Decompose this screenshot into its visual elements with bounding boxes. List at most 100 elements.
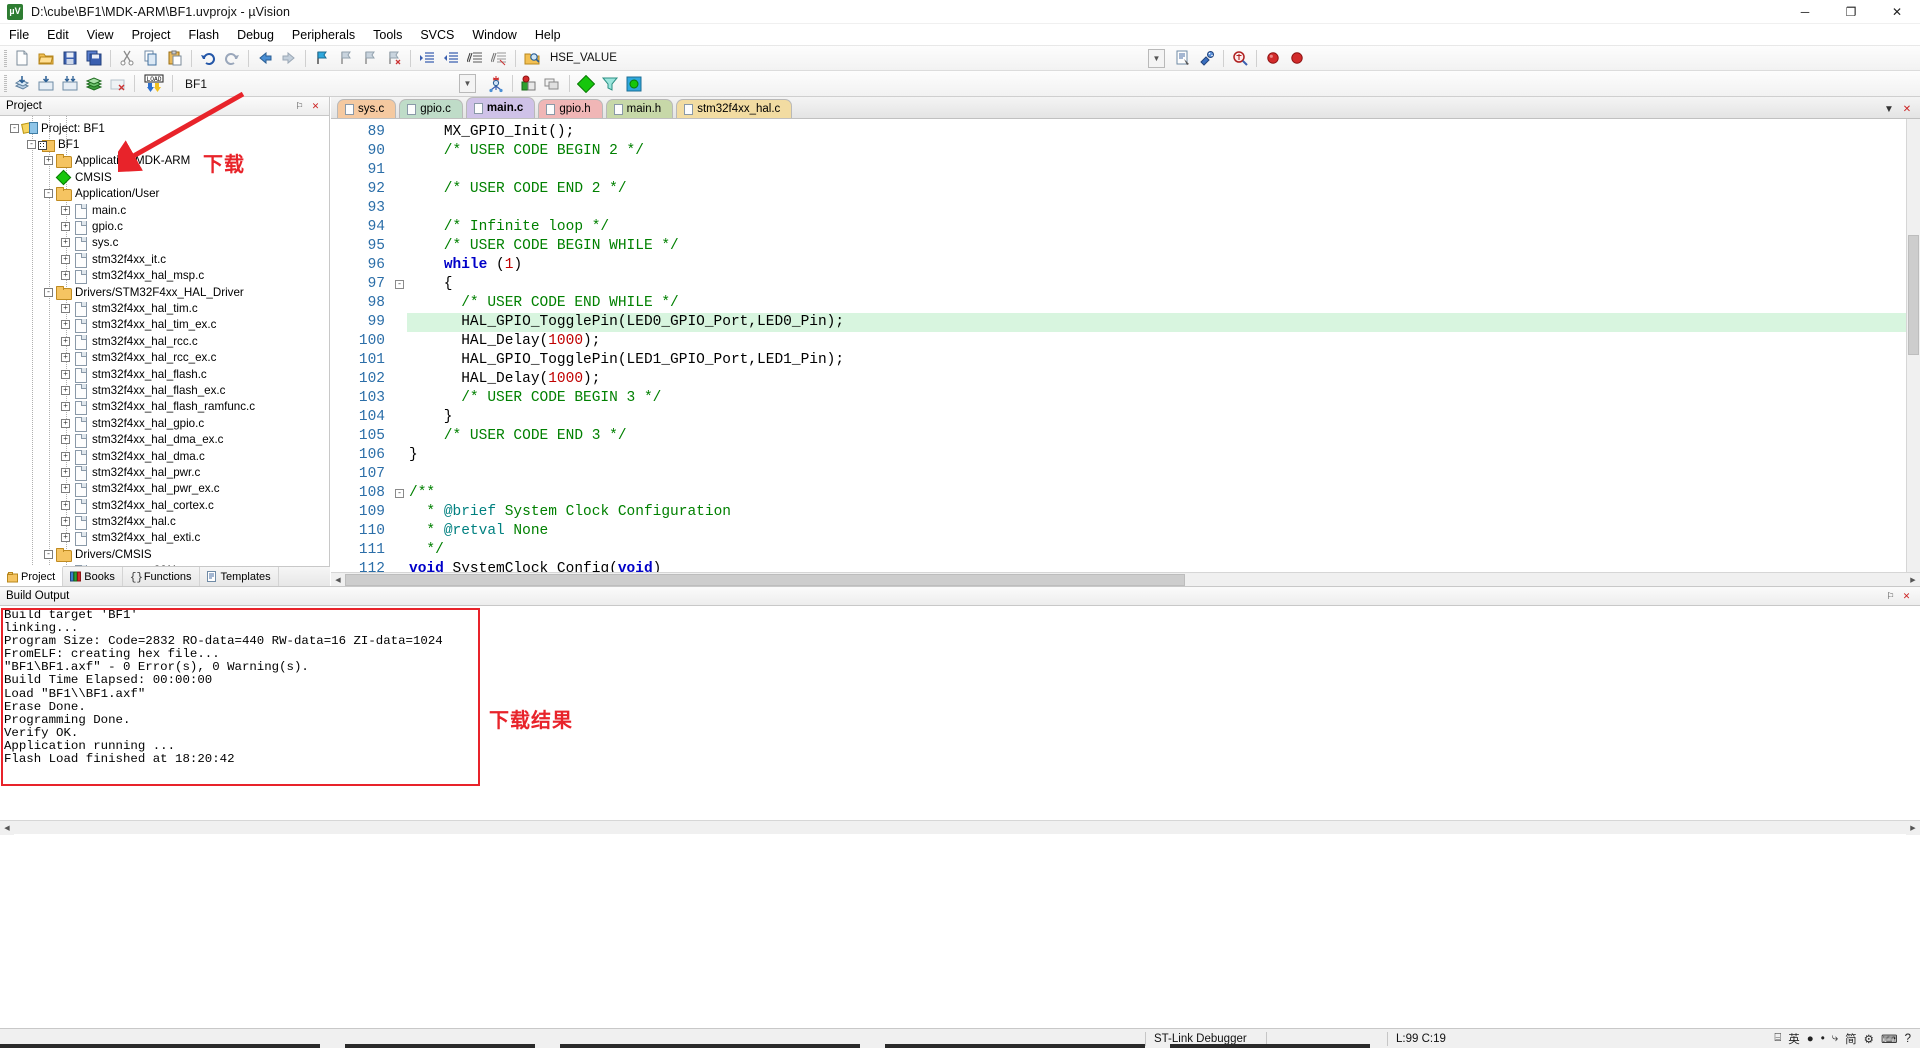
code-line[interactable]: HAL_GPIO_TogglePin(LED0_GPIO_Port,LED0_P… — [407, 313, 1920, 332]
tree-item[interactable]: + stm32f4xx_hal_flash_ex.c — [0, 382, 329, 399]
fold-toggle-icon[interactable]: - — [395, 280, 404, 289]
expand-toggle-icon[interactable]: + — [61, 517, 70, 527]
tree-item[interactable]: + stm32f4xx_hal_exti.c — [0, 530, 329, 547]
expand-toggle-icon[interactable]: + — [61, 435, 70, 445]
tree-item[interactable]: + stm32f4xx_hal_pwr_ex.c — [0, 481, 329, 498]
tree-item[interactable]: + stm32f4xx_hal_flash_ramfunc.c — [0, 399, 329, 416]
tab-list-dropdown-icon[interactable]: ▼ — [1883, 104, 1895, 115]
tree-item[interactable]: + stm32f4xx_hal_cortex.c — [0, 497, 329, 514]
scroll-right-icon[interactable]: ▶ — [1906, 572, 1920, 587]
expand-toggle-icon[interactable]: + — [61, 353, 70, 363]
expand-toggle-icon[interactable]: + — [61, 467, 70, 477]
scroll-right-icon[interactable]: ▶ — [1906, 820, 1920, 835]
menu-item-debug[interactable]: Debug — [228, 25, 283, 45]
bookmark-clear-icon[interactable] — [383, 48, 406, 69]
magnify-icon[interactable] — [1228, 48, 1251, 69]
collapse-toggle-icon[interactable]: - — [27, 140, 36, 150]
expand-toggle-icon[interactable]: + — [61, 303, 70, 313]
code-line[interactable] — [407, 465, 1920, 484]
editor-tab-main-c[interactable]: main.c — [465, 97, 536, 118]
editor-vertical-scrollbar[interactable] — [1906, 119, 1920, 572]
editor-tab-gpio-c[interactable]: gpio.c — [399, 99, 463, 118]
tree-item[interactable]: + stm32f4xx_hal_pwr.c — [0, 464, 329, 481]
editor-tab-stm32f4xx-hal-c[interactable]: stm32f4xx_hal.c — [676, 99, 793, 118]
tree-item[interactable]: + main.c — [0, 202, 329, 219]
scroll-left-icon[interactable]: ◀ — [331, 572, 345, 587]
code-line[interactable]: /* USER CODE END 2 */ — [407, 180, 1920, 199]
book-icon[interactable] — [574, 73, 597, 94]
tree-item[interactable]: + sys.c — [0, 235, 329, 252]
fold-toggle-icon[interactable]: - — [395, 489, 404, 498]
stop-icon[interactable] — [1285, 48, 1308, 69]
menu-item-edit[interactable]: Edit — [38, 25, 78, 45]
filter-icon[interactable] — [598, 73, 621, 94]
code-line[interactable]: MX_GPIO_Init(); — [407, 123, 1920, 142]
tree-item[interactable]: + gpio.c — [0, 218, 329, 236]
new-file-icon[interactable] — [11, 48, 34, 69]
code-line[interactable]: /* USER CODE BEGIN 2 */ — [407, 142, 1920, 161]
editor-hscroll-thumb[interactable] — [345, 574, 1185, 586]
expand-toggle-icon[interactable]: + — [61, 238, 70, 248]
hse-dropdown-arrow[interactable]: ▼ — [1148, 48, 1165, 68]
close-icon[interactable]: ✕ — [1900, 590, 1913, 603]
pin-icon[interactable]: ⚐ — [293, 100, 306, 113]
code-line[interactable]: * @brief System Clock Configuration — [407, 503, 1920, 522]
tray-icon-2[interactable]: ● — [1807, 1033, 1814, 1045]
expand-toggle-icon[interactable]: + — [61, 205, 70, 215]
code-editor[interactable]: 89 90 91 92 93 94 95 96 97 98 99 100 101 102 103 104 105… — [331, 119, 1920, 572]
code-line[interactable]: } — [407, 446, 1920, 465]
comment-icon[interactable] — [464, 48, 487, 69]
target-options-icon[interactable] — [517, 73, 540, 94]
tray-icon-3[interactable]: • — [1821, 1033, 1825, 1045]
tree-item[interactable]: + stm32f4xx_hal_rcc.c — [0, 333, 329, 350]
tree-item[interactable]: + stm32f4xx_hal_flash.c — [0, 366, 329, 383]
manage-components-icon[interactable] — [541, 73, 564, 94]
navigate-forward-icon[interactable] — [278, 48, 301, 69]
tree-item[interactable]: - Drivers/STM32F4xx_HAL_Driver — [0, 284, 329, 300]
pin-icon[interactable]: ⚐ — [1884, 590, 1897, 603]
menu-item-tools[interactable]: Tools — [364, 25, 411, 45]
editor-tab-sys-c[interactable]: sys.c — [337, 99, 397, 118]
expand-toggle-icon[interactable]: + — [61, 254, 70, 264]
tree-item[interactable]: + stm32f4xx_hal.c — [0, 513, 329, 531]
tree-item[interactable]: - Drivers/CMSIS — [0, 546, 329, 562]
expand-toggle-icon[interactable]: + — [44, 156, 53, 166]
find-in-files-icon[interactable] — [521, 48, 544, 69]
build-output-text[interactable]: Build target 'BF1' linking... Program Size… — [0, 606, 1920, 820]
target-dropdown-arrow[interactable]: ▼ — [459, 74, 476, 93]
collapse-toggle-icon[interactable]: - — [44, 189, 53, 199]
close-button[interactable]: ✕ — [1874, 0, 1920, 24]
save-all-icon[interactable] — [83, 48, 106, 69]
toolbar-grip[interactable] — [4, 75, 7, 92]
breakpoint-icon[interactable] — [1261, 48, 1284, 69]
expand-toggle-icon[interactable]: + — [61, 484, 70, 494]
code-line[interactable]: void SystemClock_Config(void) — [407, 560, 1920, 572]
indent-icon[interactable] — [416, 48, 439, 69]
tree-item[interactable]: + stm32f4xx_hal_dma_ex.c — [0, 431, 329, 449]
expand-toggle-icon[interactable]: + — [61, 500, 70, 510]
undo-icon[interactable] — [197, 48, 220, 69]
code-line[interactable] — [407, 161, 1920, 180]
tree-item[interactable]: + stm32f4xx_hal_msp.c — [0, 268, 329, 285]
code-line[interactable]: while (1) — [407, 256, 1920, 275]
menu-item-peripherals[interactable]: Peripherals — [283, 25, 364, 45]
debug-settings-icon[interactable] — [1195, 48, 1218, 69]
batch-build-icon[interactable] — [83, 73, 106, 94]
expand-toggle-icon[interactable]: + — [61, 222, 70, 232]
bottom-tab-project[interactable]: Project — [0, 566, 64, 586]
menu-item-file[interactable]: File — [0, 25, 38, 45]
menu-item-project[interactable]: Project — [123, 25, 180, 45]
tray-icon-8[interactable]: ? — [1905, 1033, 1911, 1045]
outdent-icon[interactable] — [440, 48, 463, 69]
project-tree[interactable]: - Project: BF1- BF1 + Application/MDK-ARM CMS… — [0, 116, 329, 566]
menu-item-svcs[interactable]: SVCS — [411, 25, 463, 45]
expand-toggle-icon[interactable]: + — [61, 369, 70, 379]
editor-tab-main-h[interactable]: main.h — [605, 99, 674, 118]
navigate-back-icon[interactable] — [254, 48, 277, 69]
expand-toggle-icon[interactable]: + — [61, 320, 70, 330]
code-line[interactable]: /* USER CODE BEGIN WHILE */ — [407, 237, 1920, 256]
rebuild-icon[interactable] — [59, 73, 82, 94]
bottom-tab-books[interactable]: Books — [63, 567, 123, 586]
toolbar-grip[interactable] — [4, 49, 7, 67]
collapse-toggle-icon[interactable]: - — [44, 549, 53, 559]
